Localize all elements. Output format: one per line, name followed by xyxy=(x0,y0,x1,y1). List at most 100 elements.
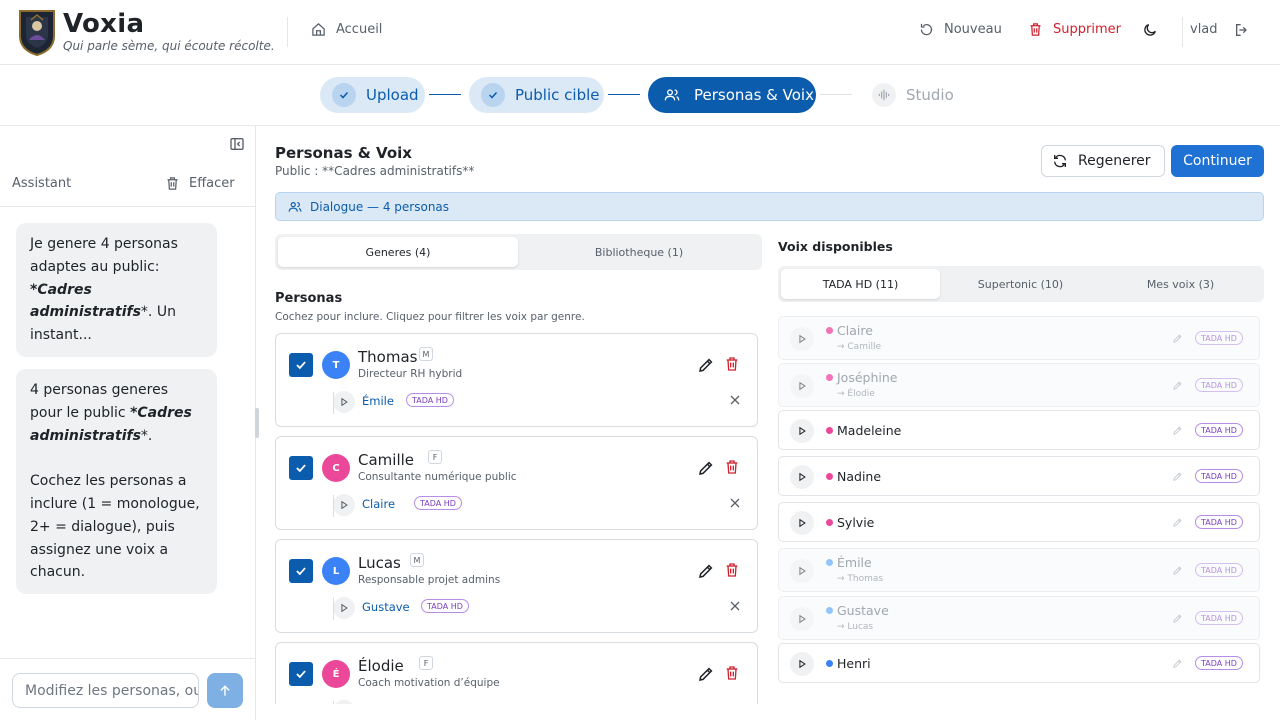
tab-mes-voix[interactable]: Mes voix (3) xyxy=(1101,269,1260,299)
play-voice-button[interactable] xyxy=(790,327,814,351)
play-voice-button[interactable] xyxy=(333,391,355,413)
persona-checkbox[interactable] xyxy=(289,456,313,480)
play-voice-button[interactable] xyxy=(333,700,355,704)
voice-assigned-to: → Lucas xyxy=(837,622,874,632)
delete-persona-button[interactable] xyxy=(724,665,740,681)
refresh-icon xyxy=(920,23,933,36)
engine-badge: TADA HD xyxy=(1195,469,1243,483)
remove-voice-button[interactable] xyxy=(729,394,741,406)
play-voice-button[interactable] xyxy=(333,597,355,619)
delete-persona-button[interactable] xyxy=(724,562,740,578)
engine-badge: TADA HD xyxy=(1195,563,1243,577)
new-label: Nouveau xyxy=(944,22,1002,37)
gender-dot xyxy=(826,327,833,334)
persona-checkbox[interactable] xyxy=(289,662,313,686)
voice-row[interactable]: Nadine TADA HD xyxy=(778,456,1260,496)
play-voice-button[interactable] xyxy=(790,607,814,631)
voxia-logo[interactable] xyxy=(17,8,57,56)
edit-voice-button[interactable] xyxy=(1172,565,1183,576)
edit-voice-button[interactable] xyxy=(1172,517,1183,528)
edit-voice-button[interactable] xyxy=(1172,333,1183,344)
voice-assigned-to: → Élodie xyxy=(837,389,875,399)
edit-persona-button[interactable] xyxy=(697,665,715,683)
user-name: vlad xyxy=(1190,22,1218,37)
regenerate-button[interactable]: Regenerer xyxy=(1041,145,1165,177)
message-text: *. Cochez les personas a inclure (1 = mo… xyxy=(30,427,200,581)
divider xyxy=(0,658,255,659)
persona-name[interactable]: Lucas xyxy=(358,554,401,572)
assigned-voice[interactable]: Gustave xyxy=(362,600,410,614)
voice-row[interactable]: Claire → Camille TADA HD xyxy=(778,316,1260,360)
play-voice-button[interactable] xyxy=(790,374,814,398)
play-voice-button[interactable] xyxy=(790,511,814,535)
persona-name[interactable]: Thomas xyxy=(358,348,417,366)
send-button[interactable] xyxy=(207,673,243,708)
assigned-voice[interactable]: Claire xyxy=(362,497,395,511)
users-icon xyxy=(288,201,302,212)
trash-icon xyxy=(726,563,738,577)
edit-voice-button[interactable] xyxy=(1172,380,1183,391)
remove-voice-button[interactable] xyxy=(729,600,741,612)
assigned-voice[interactable]: Émile xyxy=(362,394,394,408)
step-studio[interactable]: Studio xyxy=(860,77,960,113)
sidebar-collapse-icon xyxy=(230,138,244,150)
persona-name[interactable]: Élodie xyxy=(358,657,404,675)
play-voice-button[interactable] xyxy=(333,494,355,516)
chat-input[interactable]: Modifiez les personas, ou posez une ques… xyxy=(12,673,199,708)
edit-voice-button[interactable] xyxy=(1172,471,1183,482)
voice-row[interactable]: Émile → Thomas TADA HD xyxy=(778,548,1260,592)
clear-chat-button[interactable]: Effacer xyxy=(165,176,235,191)
remove-voice-button[interactable] xyxy=(729,497,741,509)
persona-name[interactable]: Camille xyxy=(358,451,414,469)
delete-persona-button[interactable] xyxy=(724,356,740,372)
new-button[interactable]: Nouveau xyxy=(919,22,1002,37)
app-header: Voxia Qui parle sème, qui écoute récolte… xyxy=(0,0,1280,65)
home-button[interactable]: Accueil xyxy=(311,22,382,37)
refresh-icon xyxy=(1054,154,1066,168)
pencil-icon xyxy=(1173,334,1182,343)
persona-card[interactable]: É Élodie F Coach motivation d’équipe xyxy=(275,642,758,704)
voice-row[interactable]: Gustave → Lucas TADA HD xyxy=(778,596,1260,640)
persona-checkbox[interactable] xyxy=(289,353,313,377)
pencil-icon xyxy=(699,667,713,681)
play-voice-button[interactable] xyxy=(790,652,814,676)
delete-button[interactable]: Supprimer xyxy=(1028,22,1121,37)
voice-row[interactable]: Madeleine TADA HD xyxy=(778,410,1260,450)
persona-card[interactable]: T Thomas M Directeur RH hybrid Émile TADA HD xyxy=(275,333,758,427)
step-personas-voix[interactable]: Personas & Voix xyxy=(648,77,816,113)
edit-voice-button[interactable] xyxy=(1172,613,1183,624)
tab-tada-hd[interactable]: TADA HD (11) xyxy=(781,269,940,299)
play-voice-button[interactable] xyxy=(790,419,814,443)
pencil-icon xyxy=(699,564,713,578)
persona-checkbox[interactable] xyxy=(289,559,313,583)
tab-bibliotheque[interactable]: Bibliotheque (1) xyxy=(519,237,759,267)
assistant-title: Assistant xyxy=(12,176,72,191)
step-upload[interactable]: Upload xyxy=(320,77,425,113)
edit-persona-button[interactable] xyxy=(697,562,715,580)
voice-row[interactable]: Henri TADA HD xyxy=(778,643,1260,683)
tab-generes[interactable]: Generes (4) xyxy=(278,237,518,267)
play-voice-button[interactable] xyxy=(790,465,814,489)
tab-supertonic[interactable]: Supertonic (10) xyxy=(941,269,1100,299)
play-icon xyxy=(799,518,806,528)
step-public-cible[interactable]: Public cible xyxy=(469,77,604,113)
step-connector xyxy=(820,94,852,95)
voice-list: Claire → Camille TADA HD Joséphine → Élodie T… xyxy=(778,316,1260,704)
continue-button[interactable]: Continuer xyxy=(1171,145,1264,177)
edit-persona-button[interactable] xyxy=(697,356,715,374)
persona-card[interactable]: C Camille F Consultante numérique public Cla… xyxy=(275,436,758,530)
voice-row[interactable]: Joséphine → Élodie TADA HD xyxy=(778,363,1260,407)
logout-button[interactable] xyxy=(1234,22,1250,38)
edit-voice-button[interactable] xyxy=(1172,658,1183,669)
edit-persona-button[interactable] xyxy=(697,459,715,477)
theme-toggle[interactable] xyxy=(1142,22,1158,38)
arrow-up-icon xyxy=(220,684,230,696)
collapse-sidebar-button[interactable] xyxy=(229,136,245,152)
edit-voice-button[interactable] xyxy=(1172,425,1183,436)
mode-banner: Dialogue — 4 personas xyxy=(275,192,1264,221)
persona-card[interactable]: L Lucas M Responsable projet admins Gustave T… xyxy=(275,539,758,633)
delete-persona-button[interactable] xyxy=(724,459,740,475)
play-voice-button[interactable] xyxy=(790,559,814,583)
voice-row[interactable]: Sylvie TADA HD xyxy=(778,502,1260,542)
engine-badge: TADA HD xyxy=(414,496,462,510)
